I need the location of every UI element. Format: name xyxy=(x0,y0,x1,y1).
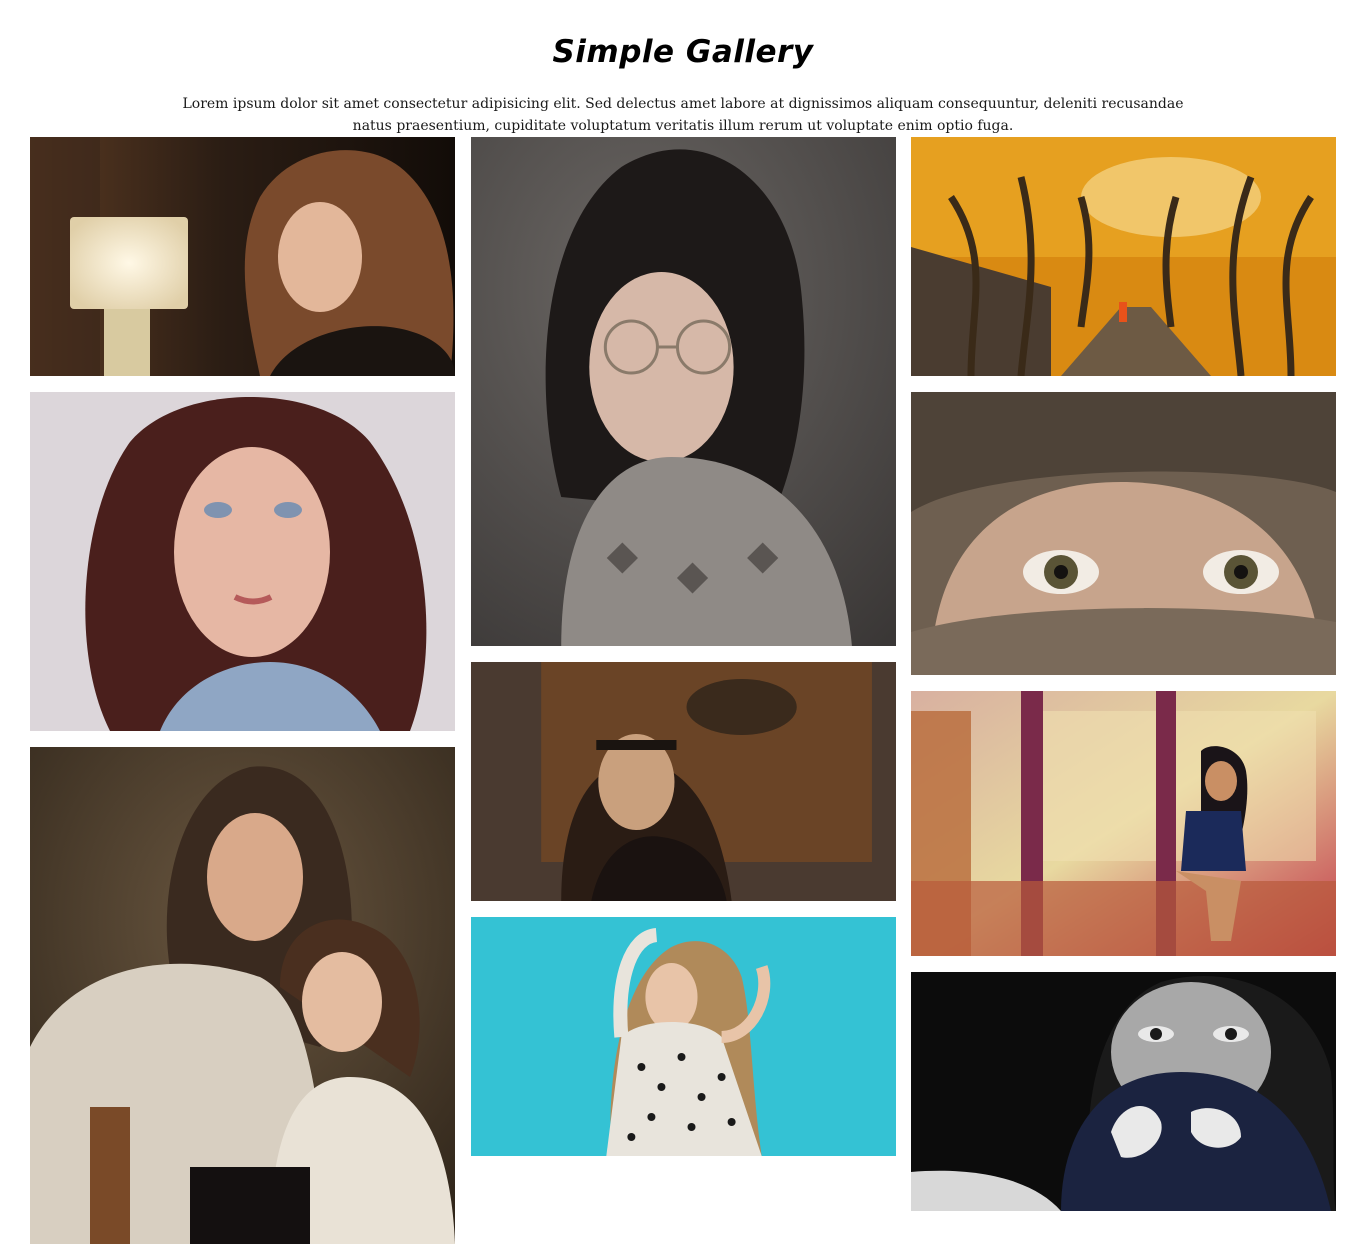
gallery-column-3 xyxy=(911,137,1336,1227)
photo-woman-tram-image xyxy=(911,691,1336,956)
photo-woman-turquoise-image xyxy=(471,917,896,1156)
photo-autumn-trees[interactable] xyxy=(911,137,1336,376)
photo-woman-lamp[interactable] xyxy=(30,137,455,376)
photo-mother-child[interactable] xyxy=(30,747,455,1244)
gallery-column-1 xyxy=(30,137,455,1260)
photo-woman-tram[interactable] xyxy=(911,691,1336,956)
photo-woman-turquoise[interactable] xyxy=(471,917,896,1156)
photo-woman-denim-image xyxy=(30,392,455,731)
photo-woman-table-image xyxy=(471,662,896,901)
intro-paragraph: Lorem ipsum dolor sit amet consectetur a… xyxy=(182,96,1184,134)
photo-woman-table[interactable] xyxy=(471,662,896,901)
photo-woman-glasses[interactable] xyxy=(471,137,896,646)
photo-eyes-hood[interactable] xyxy=(911,392,1336,675)
photo-woman-glasses-image xyxy=(471,137,896,646)
photo-eyes-hood-image xyxy=(911,392,1336,675)
photo-woman-denim[interactable] xyxy=(30,392,455,731)
photo-mother-child-image xyxy=(30,747,455,1244)
photo-woman-scarf-bw-image xyxy=(911,972,1336,1211)
gallery-column-2 xyxy=(471,137,896,1172)
photo-woman-scarf-bw[interactable] xyxy=(911,972,1336,1211)
photo-autumn-trees-image xyxy=(911,137,1336,376)
photo-woman-lamp-image xyxy=(30,137,455,376)
page-title: Simple Gallery xyxy=(552,34,814,70)
